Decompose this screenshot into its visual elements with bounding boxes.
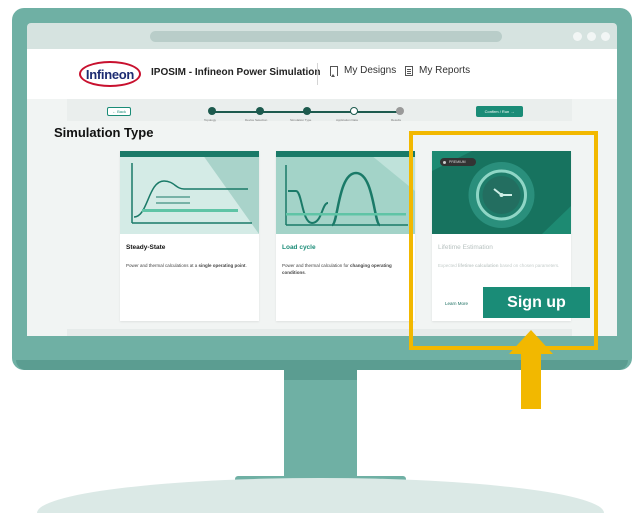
load-cycle-illustration [276, 151, 415, 234]
step-label: Application Data [336, 118, 358, 122]
step-dot[interactable] [303, 107, 311, 115]
monitor-stand [284, 370, 357, 478]
app-title: IPOSIM - Infineon Power Simulation [151, 67, 321, 78]
desc-text: Power and thermal calculations at a [126, 263, 199, 268]
header-divider [317, 63, 318, 85]
step-label: Simulation Type [290, 118, 312, 122]
back-button[interactable]: ← Back [107, 107, 131, 116]
window-dot [573, 32, 582, 41]
step-dot-current[interactable] [350, 107, 358, 115]
app-header: Infineon IPOSIM - Infineon Power Simulat… [27, 49, 617, 99]
page-title: Simulation Type [54, 125, 154, 140]
card-load-cycle[interactable]: Load cycle Power and thermal calculation… [276, 151, 415, 321]
card-description: Power and thermal calculations at a sing… [126, 262, 253, 269]
card-description: Power and thermal calculation for changi… [282, 262, 409, 276]
step-label: Topology [204, 118, 217, 122]
step-label: Device Selection [245, 118, 268, 122]
infineon-logo[interactable]: Infineon [79, 61, 141, 87]
window-dot [601, 32, 610, 41]
desc-emphasis: single operating point [198, 263, 246, 268]
bookmark-icon [330, 65, 338, 77]
desc-text: Power and thermal calculation for [282, 263, 351, 268]
card-title: Load cycle [282, 244, 316, 251]
sign-up-button[interactable]: Sign up [483, 287, 590, 318]
desc-text: . [245, 263, 247, 268]
step-dot[interactable] [208, 107, 216, 115]
desc-text: . [304, 270, 307, 275]
step-label: Results [391, 118, 402, 122]
card-steady-state[interactable]: Steady-State Power and thermal calculati… [120, 151, 259, 321]
monitor-base [37, 478, 604, 513]
card-title: Steady-State [126, 244, 166, 251]
nav-label: My Reports [419, 65, 471, 76]
nav-my-reports[interactable]: My Reports [405, 65, 470, 76]
steady-state-illustration [120, 151, 259, 234]
step-dot[interactable] [256, 107, 264, 115]
address-bar[interactable] [150, 31, 502, 42]
window-dot [587, 32, 596, 41]
confirm-run-button[interactable]: Confirm / Run → [476, 106, 523, 117]
step-dot[interactable] [396, 107, 404, 115]
nav-label: My Designs [344, 65, 397, 76]
report-icon [405, 65, 413, 76]
nav-my-designs[interactable]: My Designs [330, 65, 397, 77]
arrow-shaft [521, 351, 541, 409]
